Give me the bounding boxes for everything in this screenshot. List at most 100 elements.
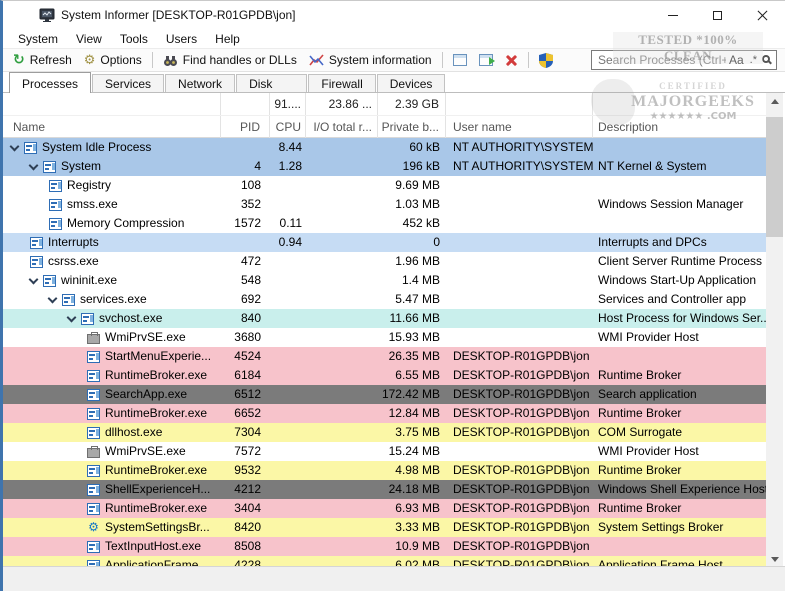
process-icon [30,237,43,249]
process-icon [87,484,100,496]
process-icon [43,275,56,287]
process-row[interactable]: Interrupts 0.94 0 Interrupts and DPCs [3,233,769,252]
cell-private-bytes: 10.9 MB [378,537,446,556]
cell-user-name: DESKTOP-R01GPDB\jon [446,347,593,366]
menu-system[interactable]: System [9,31,67,47]
search-icon[interactable] [762,55,770,63]
search-input[interactable]: Search Processes (Ctrl+K) Aa .* [591,50,777,70]
cell-pid: 8508 [221,537,270,556]
column-header-user[interactable]: User name [446,116,593,138]
menu-view[interactable]: View [67,31,111,47]
process-row[interactable]: RuntimeBroker.exe 6184 6.55 MB DESKTOP-R… [3,366,769,385]
process-icon [62,294,75,306]
menu-tools[interactable]: Tools [111,31,157,47]
cell-cpu: 8.44 [270,138,306,157]
toolbar-separator [152,52,153,68]
cell-user-name [446,290,593,309]
cell-user-name: DESKTOP-R01GPDB\jon [446,537,593,556]
process-row[interactable]: services.exe 692 5.47 MB Services and Co… [3,290,769,309]
close-button[interactable] [740,1,785,29]
process-icon [81,313,94,325]
elevate-button[interactable] [533,51,559,70]
process-row[interactable]: wininit.exe 548 1.4 MB Windows Start-Up … [3,271,769,290]
scroll-up-button[interactable] [766,93,783,109]
cell-user-name [446,442,593,461]
refresh-button[interactable]: ↻ Refresh [7,51,78,69]
tree-expand-icon[interactable] [48,293,58,303]
cell-description: Windows Shell Experience Host [593,480,769,499]
process-row[interactable]: RuntimeBroker.exe 6652 12.84 MB DESKTOP-… [3,404,769,423]
process-row[interactable]: dllhost.exe 7304 3.75 MB DESKTOP-R01GPDB… [3,423,769,442]
column-header-cpu[interactable]: CPU [270,116,306,138]
cell-io-total [306,461,378,480]
cell-private-bytes: 12.84 MB [378,404,446,423]
scrollbar-thumb[interactable] [766,117,783,237]
process-rows: System Idle Process 8.44 60 kB NT AUTHOR… [3,138,769,567]
cell-name: RuntimeBroker.exe [3,499,221,518]
cell-user-name [446,233,593,252]
cell-io-total [306,233,378,252]
process-row[interactable]: SearchApp.exe 6512 172.42 MB DESKTOP-R01… [3,385,769,404]
menu-users[interactable]: Users [157,31,206,47]
regex-toggle[interactable]: .* [750,54,757,66]
maximize-button[interactable] [695,1,740,29]
process-row[interactable]: smss.exe 352 1.03 MB Windows Session Man… [3,195,769,214]
send-to-tray-button[interactable] [473,52,499,68]
process-row[interactable]: WmiPrvSE.exe 7572 15.24 MB WMI Provider … [3,442,769,461]
cell-cpu: 0.11 [270,214,306,233]
process-row[interactable]: WmiPrvSE.exe 3680 15.93 MB WMI Provider … [3,328,769,347]
cell-description: Runtime Broker [593,461,769,480]
menu-help[interactable]: Help [206,31,249,47]
tab-disk[interactable]: Disk [236,74,307,92]
tree-expand-icon[interactable] [29,274,39,284]
tree-expand-icon[interactable] [29,160,39,170]
column-header-private[interactable]: Private b... [378,116,446,138]
always-on-top-button[interactable] [447,52,473,68]
process-name: wininit.exe [61,271,117,290]
tab-network[interactable]: Network [165,74,235,92]
scroll-down-button[interactable] [766,551,783,567]
process-row[interactable]: Memory Compression 1572 0.11 452 kB [3,214,769,233]
process-row[interactable]: StartMenuExperie... 4524 26.35 MB DESKTO… [3,347,769,366]
process-row[interactable]: csrss.exe 472 1.96 MB Client Server Runt… [3,252,769,271]
cell-cpu [270,461,306,480]
tab-devices[interactable]: Devices [377,74,446,92]
column-header-description[interactable]: Description [593,116,769,138]
cell-private-bytes: 452 kB [378,214,446,233]
tree-expand-icon[interactable] [67,312,77,322]
cell-name: RuntimeBroker.exe [3,404,221,423]
process-row[interactable]: svchost.exe 840 11.66 MB Host Process fo… [3,309,769,328]
column-header-io[interactable]: I/O total r... [306,116,378,138]
tree-expand-icon[interactable] [10,141,20,151]
process-icon [30,256,43,268]
column-header-pid[interactable]: PID [221,116,270,138]
toolbar-separator [442,52,443,68]
tab-services[interactable]: Services [92,74,164,92]
cell-name: SystemSettingsBr... [3,518,221,537]
cell-private-bytes: 6.55 MB [378,366,446,385]
cell-private-bytes: 172.42 MB [378,385,446,404]
process-row[interactable]: ShellExperienceH... 4212 24.18 MB DESKTO… [3,480,769,499]
process-row[interactable]: SystemSettingsBr... 8420 3.33 MB DESKTOP… [3,518,769,537]
match-case-toggle[interactable]: Aa [729,53,744,67]
process-row[interactable]: RuntimeBroker.exe 3404 6.93 MB DESKTOP-R… [3,499,769,518]
search-placeholder: Search Processes (Ctrl+K) [598,53,726,67]
process-name: ShellExperienceH... [105,480,210,499]
process-row[interactable]: System 4 1.28 196 kB NT AUTHORITY\SYSTEM… [3,157,769,176]
process-row[interactable]: System Idle Process 8.44 60 kB NT AUTHOR… [3,138,769,157]
process-name: RuntimeBroker.exe [105,404,207,423]
app-icon [39,7,55,23]
system-information-button[interactable]: System information [303,51,438,69]
tab-processes[interactable]: Processes [9,72,91,93]
options-button[interactable]: ⚙ Options [78,51,148,69]
find-handles-button[interactable]: Find handles or DLLs [157,51,303,69]
cell-private-bytes: 60 kB [378,138,446,157]
tab-firewall[interactable]: Firewall [308,74,375,92]
minimize-button[interactable] [650,1,695,29]
terminate-button[interactable] [499,52,524,69]
process-row[interactable]: Registry 108 9.69 MB [3,176,769,195]
process-row[interactable]: TextInputHost.exe 8508 10.9 MB DESKTOP-R… [3,537,769,556]
process-row[interactable]: RuntimeBroker.exe 9532 4.98 MB DESKTOP-R… [3,461,769,480]
cell-io-total [306,214,378,233]
column-header-name[interactable]: Name [3,116,221,138]
